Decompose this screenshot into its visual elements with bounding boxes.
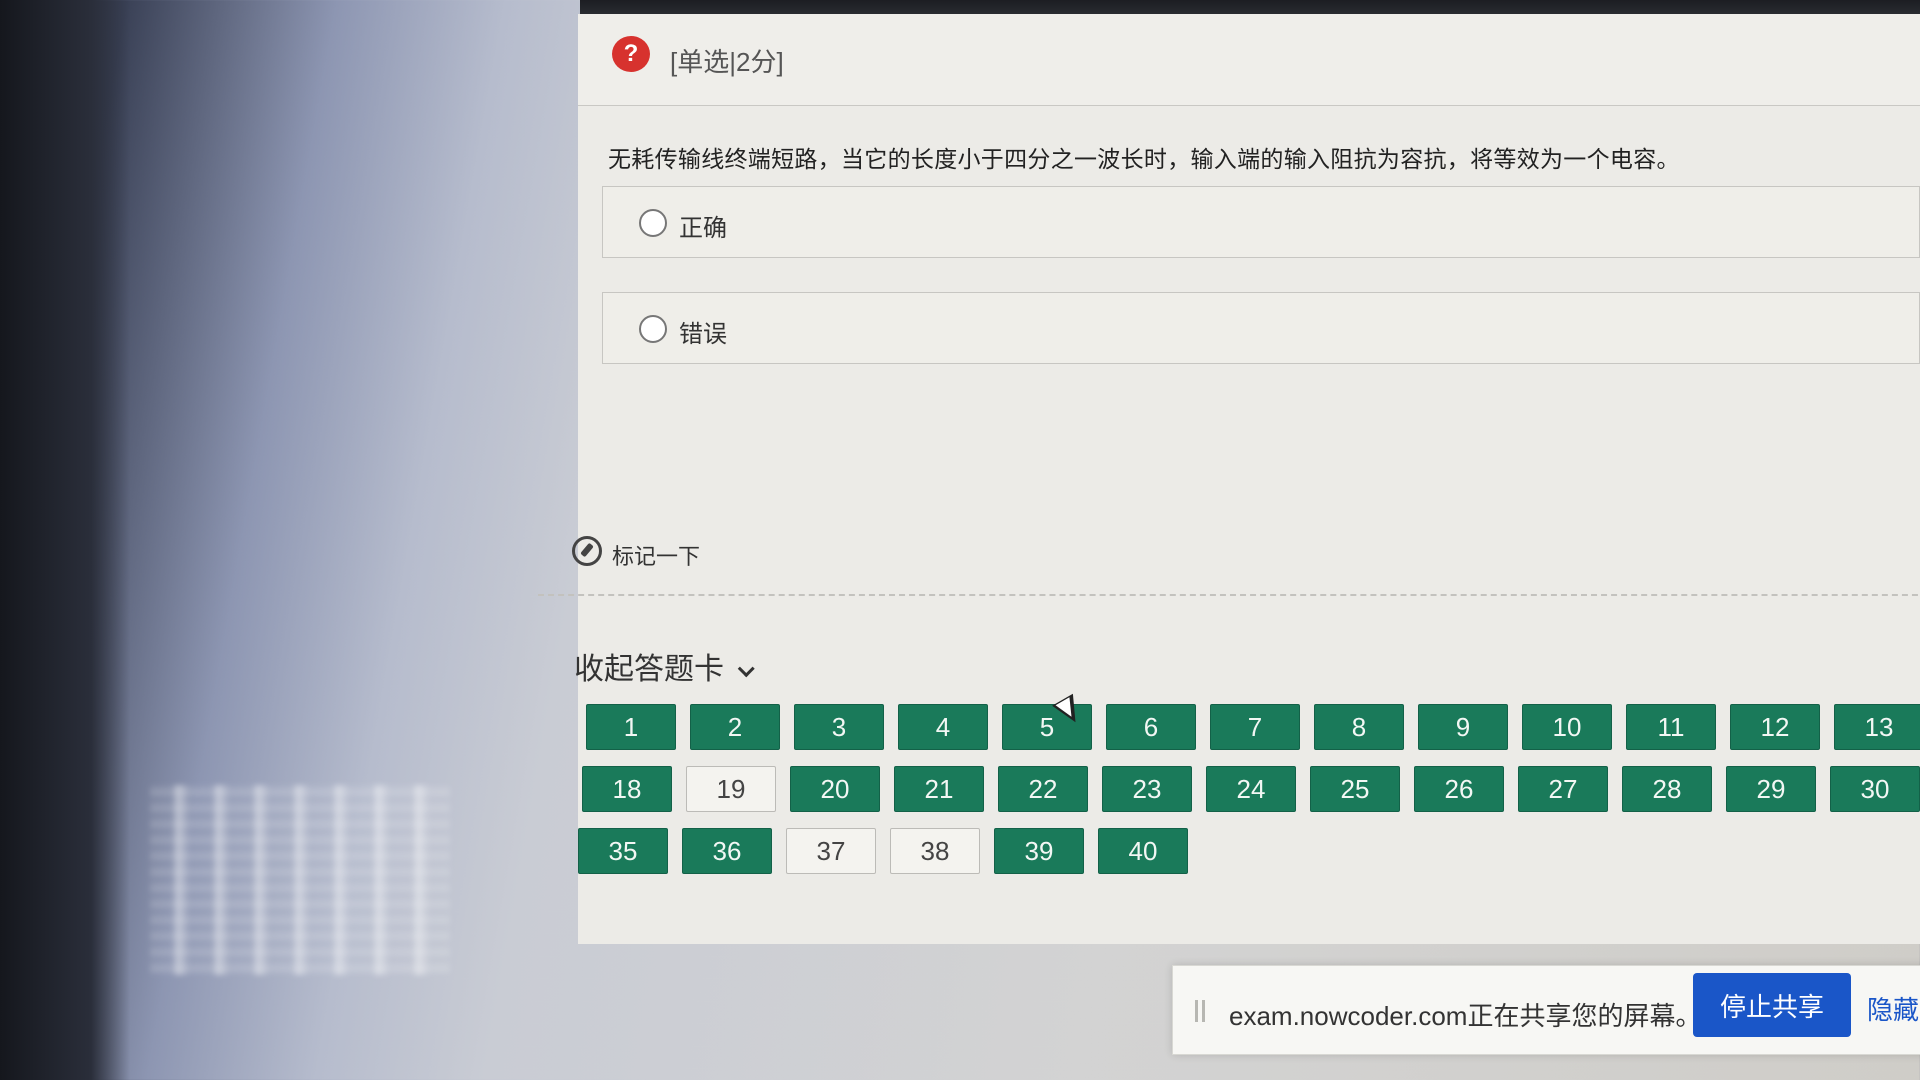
question-number-button[interactable]: 30 [1830, 766, 1920, 812]
question-number-button[interactable]: 20 [790, 766, 880, 812]
question-number-button[interactable]: 36 [682, 828, 772, 874]
question-header: ? [单选|2分] [578, 14, 1920, 106]
question-number-button[interactable]: 38 [890, 828, 980, 874]
question-number-button[interactable]: 4 [898, 704, 988, 750]
question-number-button[interactable]: 35 [578, 828, 668, 874]
question-text: 无耗传输线终端短路，当它的长度小于四分之一波长时，输入端的输入阻抗为容抗，将等效… [608, 146, 1680, 172]
question-number-button[interactable]: 19 [686, 766, 776, 812]
drag-handle-icon[interactable] [1195, 1000, 1205, 1022]
question-number-button[interactable]: 28 [1622, 766, 1712, 812]
radio-icon[interactable] [639, 315, 667, 343]
question-number-button[interactable]: 21 [894, 766, 984, 812]
hide-share-bar-link[interactable]: 隐藏 [1867, 990, 1919, 1027]
question-number-button[interactable]: 26 [1414, 766, 1504, 812]
option-true[interactable]: 正确 [602, 186, 1920, 258]
question-number-button[interactable]: 23 [1102, 766, 1192, 812]
question-number-button[interactable]: 37 [786, 828, 876, 874]
question-number-button[interactable]: 39 [994, 828, 1084, 874]
question-number-button[interactable]: 24 [1206, 766, 1296, 812]
stop-sharing-button[interactable]: 停止共享 [1693, 973, 1851, 1037]
question-number-button[interactable]: 3 [794, 704, 884, 750]
question-number-button[interactable]: 27 [1518, 766, 1608, 812]
screen-glare [150, 785, 450, 975]
mark-label: 标记一下 [612, 544, 701, 569]
collapse-answer-card-toggle[interactable]: 收起答题卡 [574, 644, 755, 688]
question-number-button[interactable]: 9 [1418, 704, 1508, 750]
question-number-button[interactable]: 25 [1310, 766, 1400, 812]
question-number-button[interactable]: 22 [998, 766, 1088, 812]
toggle-label: 收起答题卡 [574, 653, 724, 686]
question-number-button[interactable]: 29 [1726, 766, 1816, 812]
option-label: 正确 [679, 215, 727, 242]
question-number-button[interactable]: 1 [586, 704, 676, 750]
question-number-button[interactable]: 12 [1730, 704, 1820, 750]
answer-card-grid: 1 2 3 4 5 6 7 8 9 10 11 12 13 18 19 20 21 22 23 24 25 26 27 28 2… [578, 704, 1920, 914]
radio-icon[interactable] [639, 209, 667, 237]
question-number-button[interactable]: 18 [582, 766, 672, 812]
chevron-down-icon [737, 660, 755, 678]
question-number-button[interactable]: 7 [1210, 704, 1300, 750]
question-number-button[interactable]: 6 [1106, 704, 1196, 750]
question-number-button[interactable]: 11 [1626, 704, 1716, 750]
option-label: 错误 [679, 321, 727, 348]
exam-question-panel: ? [单选|2分] 无耗传输线终端短路，当它的长度小于四分之一波长时，输入端的输… [538, 14, 1920, 944]
question-icon: ? [612, 36, 650, 72]
question-number-button[interactable]: 40 [1098, 828, 1188, 874]
screen-share-notification: exam.nowcoder.com正在共享您的屏幕。 停止共享 隐藏 [1172, 965, 1920, 1055]
question-number-button[interactable]: 10 [1522, 704, 1612, 750]
question-number-button[interactable]: 13 [1834, 704, 1920, 750]
share-message: exam.nowcoder.com正在共享您的屏幕。 [1229, 1001, 1702, 1031]
background-dark-edge [0, 0, 130, 1080]
question-type-label: [单选|2分] [670, 47, 784, 77]
question-number-button[interactable]: 8 [1314, 704, 1404, 750]
option-false[interactable]: 错误 [602, 292, 1920, 364]
section-divider [538, 594, 1920, 596]
pin-icon [572, 536, 602, 566]
question-number-button[interactable]: 2 [690, 704, 780, 750]
